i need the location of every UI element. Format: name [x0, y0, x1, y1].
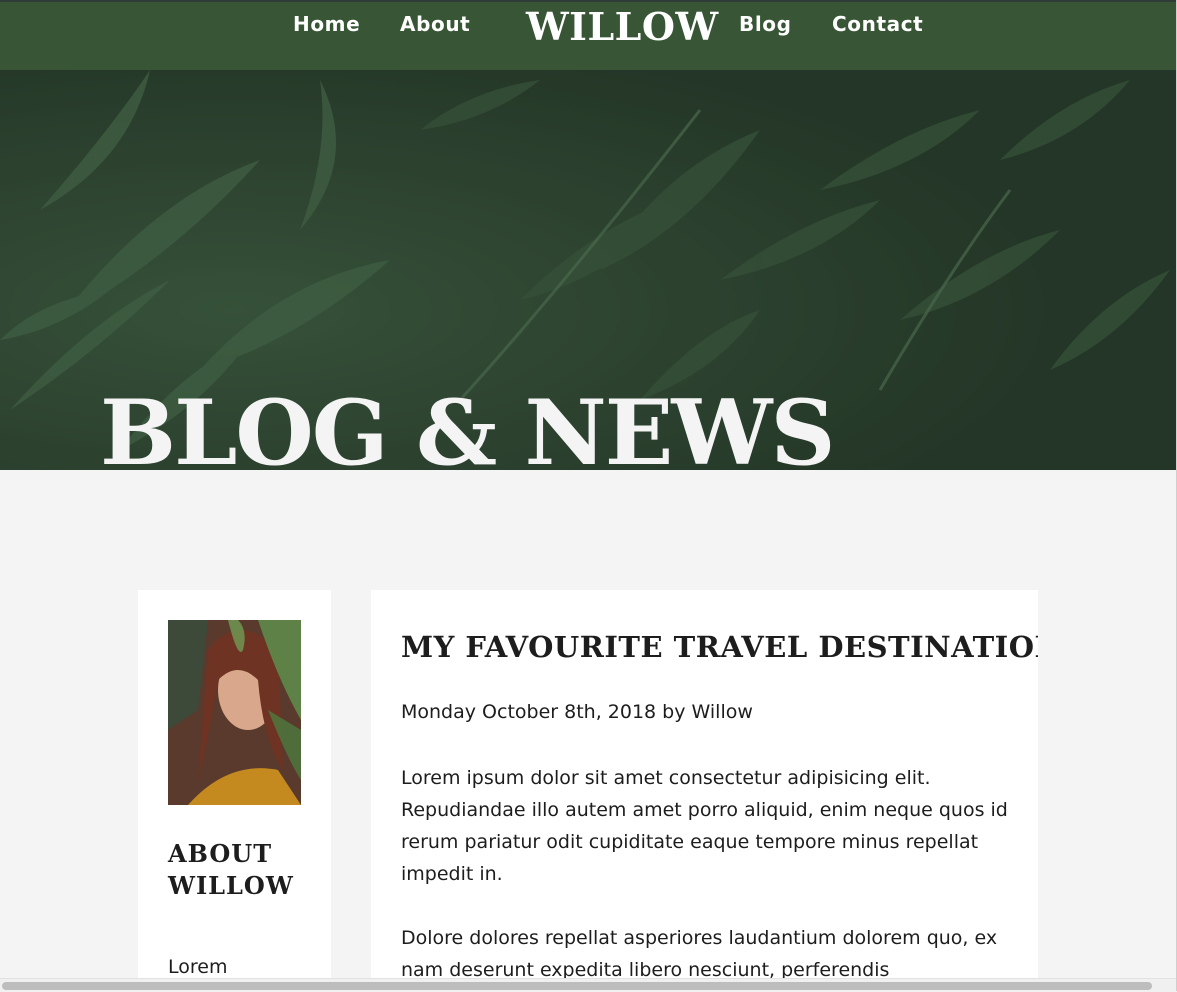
post-meta: Monday October 8th, 2018 by Willow — [401, 701, 753, 723]
blog-post-card: MY FAVOURITE TRAVEL DESTINATION Monday O… — [371, 590, 1038, 990]
scrollbar-thumb[interactable] — [2, 982, 1152, 990]
main-navbar: Home About WILLOW Blog Contact — [0, 2, 1176, 70]
sidebar-heading: ABOUT WILLOW — [168, 839, 294, 900]
nav-link-contact[interactable]: Contact — [832, 12, 923, 36]
sidebar-text: Lorem — [168, 956, 228, 978]
hero-title: BLOG & NEWS — [100, 380, 835, 470]
sidebar-about-card: ABOUT WILLOW Lorem — [138, 590, 331, 990]
nav-link-about[interactable]: About — [400, 12, 470, 36]
post-title[interactable]: MY FAVOURITE TRAVEL DESTINATION — [401, 630, 1038, 664]
post-paragraph: Dolore dolores repellat asperiores lauda… — [401, 927, 998, 981]
nav-link-blog[interactable]: Blog — [739, 12, 792, 36]
author-photo — [168, 620, 301, 805]
hero-banner: BLOG & NEWS — [0, 70, 1176, 470]
post-paragraph: Lorem ipsum dolor sit amet consectetur a… — [401, 767, 1008, 885]
brand-logo[interactable]: WILLOW — [526, 4, 719, 49]
nav-link-home[interactable]: Home — [293, 12, 360, 36]
horizontal-scrollbar[interactable] — [0, 978, 1177, 992]
